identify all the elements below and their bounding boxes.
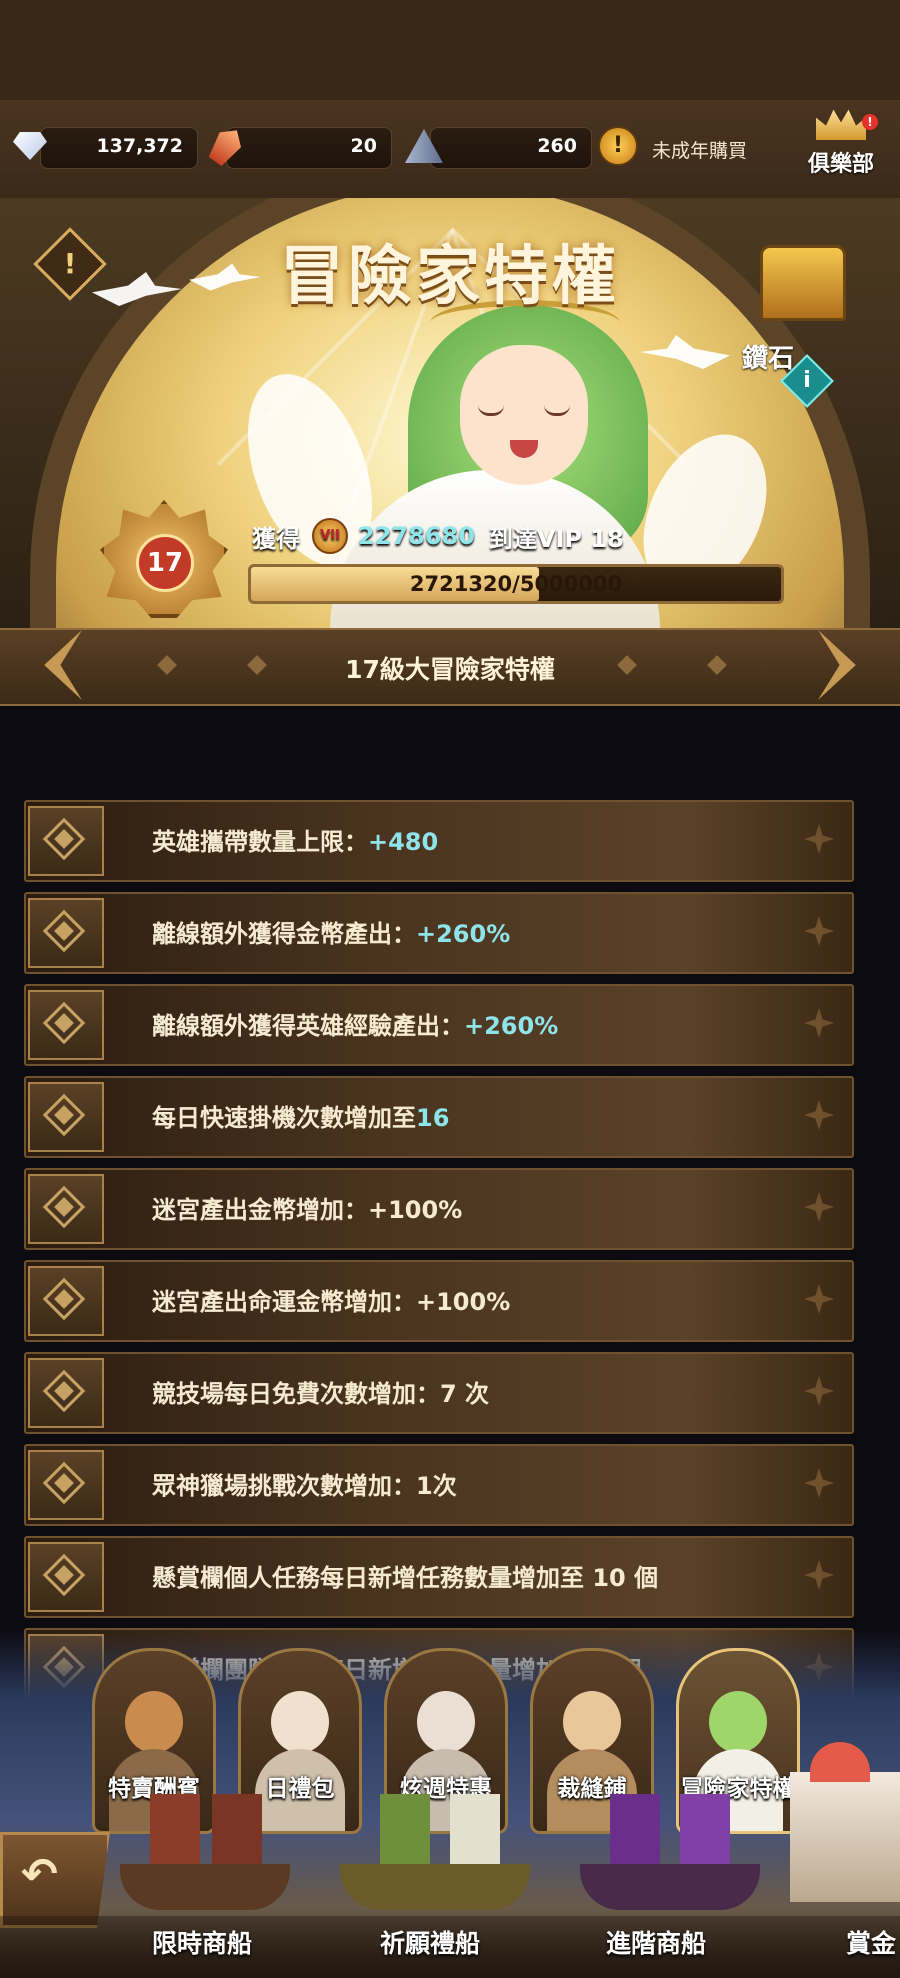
chest-label: 鑽石: [742, 344, 795, 374]
benefit-text: 每日快速掛機次數增加至16: [152, 1098, 449, 1133]
star-ornament-icon: [804, 1468, 834, 1498]
benefit-value: +480: [368, 828, 439, 856]
hero-portrait: [709, 1691, 767, 1753]
pyramid-icon: [400, 122, 448, 170]
pyramid-count: 260: [537, 135, 577, 157]
benefit-row: 英雄攜帶數量上限：+480: [24, 800, 854, 882]
benefit-text: 離線額外獲得英雄經驗產出：+260%: [152, 1006, 558, 1041]
gain-target: 到達VIP 18: [488, 524, 624, 553]
benefit-text: 離線額外獲得金幣產出：+260%: [152, 914, 510, 949]
benefit-diamond-icon: [28, 898, 104, 968]
club-button[interactable]: ! 俱樂部: [798, 108, 884, 188]
treasure-chest-icon[interactable]: [760, 245, 846, 321]
benefit-text: 懸賞欄個人任務每日新增任務數量增加至 10 個: [152, 1558, 658, 1593]
ship-bounty[interactable]: 賞金: [846, 1924, 896, 1960]
pyramid-counter[interactable]: 260: [430, 127, 592, 169]
goddess-face: [460, 345, 588, 485]
crown-icon: [816, 109, 866, 140]
benefit-label: 離線額外獲得英雄經驗產出：: [152, 1012, 464, 1040]
benefit-label: 英雄攜帶數量上限：: [152, 828, 368, 856]
privilege-level-title: 17級大冒險家特權: [345, 655, 555, 684]
benefit-diamond-icon: [28, 1450, 104, 1520]
crystal-counter[interactable]: 20: [226, 127, 392, 169]
hero-portrait: [125, 1691, 183, 1753]
benefit-label: 眾神獵場挑戰次數增加：1次: [152, 1472, 457, 1500]
benefit-label: 迷宮產出金幣增加：+100%: [152, 1196, 463, 1224]
vip-progress-info: 獲得 VII 2278680 到達VIP 18: [252, 516, 624, 556]
benefit-text: 迷宮產出金幣增加：+100%: [152, 1190, 462, 1225]
benefit-row: 迷宮產出命運金幣增加：+100%: [24, 1260, 854, 1342]
benefit-diamond-icon: [28, 990, 104, 1060]
benefit-row: 懸賞欄個人任務每日新增任務數量增加至 10 個: [24, 1536, 854, 1618]
ship-limited-time[interactable]: 限時商船: [152, 1924, 252, 1960]
benefit-label: 競技場每日免費次數增加：7 次: [152, 1380, 490, 1408]
benefit-label: 迷宮產出命運金幣增加：+100%: [152, 1288, 511, 1316]
ship-wish-gift[interactable]: 祈願禮船: [380, 1924, 480, 1960]
benefit-diamond-icon: [28, 1542, 104, 1612]
benefit-text: 競技場每日免費次數增加：7 次: [152, 1374, 489, 1409]
benefit-text: 迷宮產出命運金幣增加：+100%: [152, 1282, 510, 1317]
star-ornament-icon: [804, 1100, 834, 1130]
ship-illustration: [340, 1780, 530, 1920]
crystal-icon: [202, 122, 250, 170]
star-ornament-icon: [804, 1560, 834, 1590]
ship-advanced[interactable]: 進階商船: [606, 1924, 706, 1960]
ship-illustration: [580, 1780, 760, 1920]
minor-purchase-icon[interactable]: !: [594, 122, 642, 170]
status-band: [0, 0, 900, 100]
benefit-value: +260%: [416, 920, 511, 948]
benefit-label: 每日快速掛機次數增加至: [152, 1104, 416, 1132]
benefit-row: 競技場每日免費次數增加：7 次: [24, 1352, 854, 1434]
hero-portrait: [563, 1691, 621, 1753]
back-arrow-icon: ↶: [21, 1849, 58, 1900]
diamond-counter[interactable]: 137,372: [40, 127, 198, 169]
star-ornament-icon: [804, 824, 834, 854]
benefit-row: 每日快速掛機次數增加至16: [24, 1076, 854, 1158]
vip-progress-text: 2721320/5000000: [409, 572, 623, 596]
star-ornament-icon: [804, 1192, 834, 1222]
vip-medal-icon: VII: [312, 518, 348, 554]
back-button[interactable]: ↶: [0, 1832, 110, 1928]
gain-label: 獲得: [252, 524, 300, 553]
benefit-label: 離線額外獲得金幣產出：: [152, 920, 416, 948]
gain-amount: 2278680: [358, 522, 475, 550]
star-ornament-icon: [804, 916, 834, 946]
notification-badge: !: [862, 114, 878, 130]
town-illustration: [790, 1742, 900, 1902]
benefit-label: 懸賞欄個人任務每日新增任務數量增加至 10 個: [152, 1564, 659, 1592]
star-ornament-icon: [804, 1284, 834, 1314]
benefit-diamond-icon: [28, 1358, 104, 1428]
benefit-text: 眾神獵場挑戰次數增加：1次: [152, 1466, 457, 1501]
benefit-diamond-icon: [28, 1174, 104, 1244]
crystal-count: 20: [350, 135, 377, 157]
benefit-text: 英雄攜帶數量上限：+480: [152, 822, 438, 857]
ship-illustration: [120, 1780, 290, 1920]
benefit-value: +260%: [464, 1012, 559, 1040]
diamond-icon: [6, 122, 54, 170]
benefit-row: 眾神獵場挑戰次數增加：1次: [24, 1444, 854, 1526]
vip-progress-bar: 2721320/5000000: [248, 564, 784, 604]
minor-purchase-button[interactable]: 未成年購買: [652, 136, 747, 163]
benefit-diamond-icon: [28, 1082, 104, 1152]
star-ornament-icon: [804, 1008, 834, 1038]
privilege-level-header: 17級大冒險家特權: [0, 628, 900, 706]
benefit-row: 迷宮產出金幣增加：+100%: [24, 1168, 854, 1250]
star-ornament-icon: [804, 1376, 834, 1406]
benefit-row: 離線額外獲得金幣產出：+260%: [24, 892, 854, 974]
vip-level: 17: [136, 534, 194, 592]
hero-portrait: [417, 1691, 475, 1753]
benefit-row: 離線額外獲得英雄經驗產出：+260%: [24, 984, 854, 1066]
benefit-diamond-icon: [28, 1266, 104, 1336]
benefit-list: 英雄攜帶數量上限：+480 離線額外獲得金幣產出：+260% 離線額外獲得英雄經驗產…: [24, 800, 854, 1720]
diamond-count: 137,372: [96, 135, 183, 157]
benefit-value: 16: [416, 1104, 450, 1132]
club-label: 俱樂部: [807, 152, 874, 177]
hero-portrait: [271, 1691, 329, 1753]
benefit-diamond-icon: [28, 806, 104, 876]
